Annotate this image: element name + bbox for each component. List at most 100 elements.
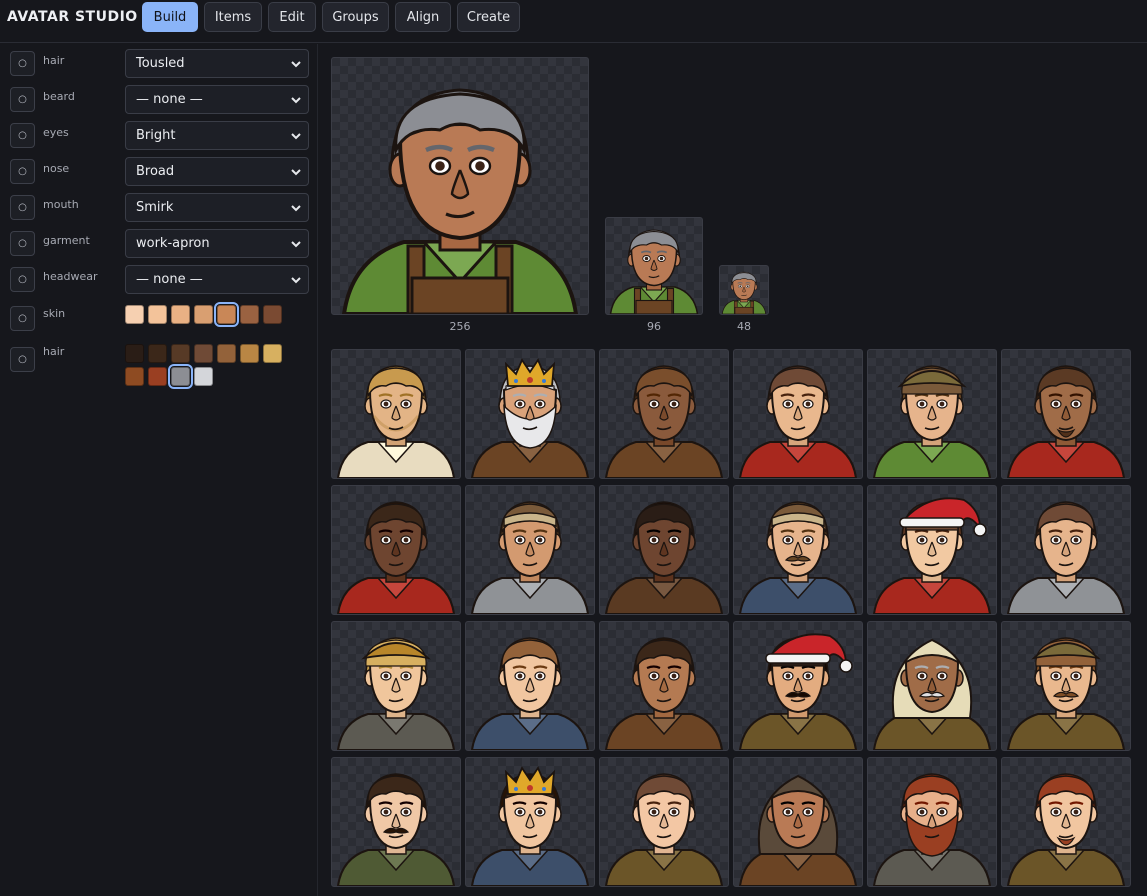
gallery-avatar-tile[interactable] bbox=[733, 349, 863, 479]
skin-swatch[interactable] bbox=[263, 305, 282, 324]
preview-48-label: 48 bbox=[737, 320, 751, 333]
avatar-thumbnail bbox=[872, 497, 992, 614]
hair-color-swatch[interactable] bbox=[148, 344, 167, 363]
hair-select[interactable]: Tousled bbox=[125, 49, 309, 78]
beard-toggle[interactable]: ○ bbox=[10, 87, 35, 112]
mouth-select[interactable]: Smirk bbox=[125, 193, 309, 222]
headwear-select[interactable]: — none — bbox=[125, 265, 309, 294]
headwear-value: — none — bbox=[136, 272, 203, 287]
nose-select[interactable]: Broad bbox=[125, 157, 309, 186]
gallery-avatar-tile[interactable] bbox=[867, 757, 997, 887]
eyes-row: ○ eyes Bright bbox=[0, 121, 318, 151]
top-bar: AVATAR STUDIO Build Items Edit Groups Al… bbox=[0, 0, 1147, 43]
gallery-avatar-tile[interactable] bbox=[867, 349, 997, 479]
avatar-preview-image bbox=[341, 88, 579, 314]
beard-select[interactable]: — none — bbox=[125, 85, 309, 114]
garment-select[interactable]: work-apron bbox=[125, 229, 309, 258]
hair-color-swatch[interactable] bbox=[125, 367, 144, 386]
preview-256 bbox=[331, 57, 589, 315]
hair-color-swatch[interactable] bbox=[263, 344, 282, 363]
tab-align[interactable]: Align bbox=[395, 2, 451, 32]
gallery-avatar-tile[interactable] bbox=[331, 485, 461, 615]
eyes-value: Bright bbox=[136, 128, 176, 143]
tab-edit[interactable]: Edit bbox=[268, 2, 316, 32]
garment-toggle[interactable]: ○ bbox=[10, 231, 35, 256]
skin-swatch[interactable] bbox=[194, 305, 213, 324]
skin-swatch[interactable] bbox=[240, 305, 259, 324]
tab-groups[interactable]: Groups bbox=[322, 2, 389, 32]
skin-swatch[interactable] bbox=[125, 305, 144, 324]
preview-96 bbox=[605, 217, 703, 315]
skin-swatch[interactable] bbox=[171, 305, 190, 324]
nose-row: ○ nose Broad bbox=[0, 157, 318, 187]
chevron-down-icon bbox=[291, 169, 301, 176]
tab-build[interactable]: Build bbox=[142, 2, 198, 32]
beard-row: ○ beard — none — bbox=[0, 85, 318, 115]
gallery-avatar-tile[interactable] bbox=[733, 485, 863, 615]
gallery-avatar-tile[interactable] bbox=[867, 621, 997, 751]
hair-color-swatch[interactable] bbox=[194, 344, 213, 363]
hair-toggle[interactable]: ○ bbox=[10, 51, 35, 76]
skin-swatch[interactable] bbox=[214, 302, 239, 327]
avatar-thumbnail bbox=[872, 365, 992, 478]
hair-color-swatch[interactable] bbox=[171, 344, 190, 363]
hair-color-toggle[interactable]: ○ bbox=[10, 347, 35, 372]
mouth-toggle[interactable]: ○ bbox=[10, 195, 35, 220]
chevron-down-icon bbox=[291, 277, 301, 284]
app-title: AVATAR STUDIO bbox=[7, 9, 138, 25]
hair-color-row: ○ hair bbox=[0, 340, 318, 392]
gallery-avatar-tile[interactable] bbox=[1001, 757, 1131, 887]
hair-color-swatch[interactable] bbox=[240, 344, 259, 363]
avatar-thumbnail bbox=[604, 501, 724, 614]
hair-color-swatch[interactable] bbox=[217, 344, 236, 363]
nose-toggle[interactable]: ○ bbox=[10, 159, 35, 184]
avatar-thumbnail bbox=[1006, 365, 1126, 478]
gallery-avatar-tile[interactable] bbox=[465, 349, 595, 479]
gallery-avatar-tile[interactable] bbox=[465, 485, 595, 615]
hair-row: ○ hair Tousled bbox=[0, 49, 318, 79]
gallery-avatar-tile[interactable] bbox=[1001, 349, 1131, 479]
gallery-avatar-tile[interactable] bbox=[599, 485, 729, 615]
headwear-toggle[interactable]: ○ bbox=[10, 267, 35, 292]
hair-color-swatch[interactable] bbox=[148, 367, 167, 386]
gallery-avatar-tile[interactable] bbox=[867, 485, 997, 615]
gallery-avatar-tile[interactable] bbox=[331, 621, 461, 751]
gallery-avatar-tile[interactable] bbox=[733, 621, 863, 751]
eyes-select[interactable]: Bright bbox=[125, 121, 309, 150]
preview-256-label: 256 bbox=[449, 320, 471, 333]
gallery-avatar-tile[interactable] bbox=[599, 349, 729, 479]
eyes-toggle[interactable]: ○ bbox=[10, 123, 35, 148]
gallery-avatar-tile[interactable] bbox=[331, 349, 461, 479]
gallery-avatar-tile[interactable] bbox=[599, 621, 729, 751]
gallery-avatar-tile[interactable] bbox=[599, 757, 729, 887]
eyes-label: eyes bbox=[43, 126, 69, 139]
avatar-thumbnail bbox=[1006, 501, 1126, 614]
preview-48 bbox=[719, 265, 769, 315]
avatar-thumbnail bbox=[604, 773, 724, 886]
hair-color-swatch[interactable] bbox=[168, 364, 193, 389]
skin-swatch[interactable] bbox=[148, 305, 167, 324]
gallery-avatar-tile[interactable] bbox=[465, 757, 595, 887]
preview-96-label: 96 bbox=[647, 320, 661, 333]
avatar-thumbnail bbox=[738, 774, 858, 886]
garment-value: work-apron bbox=[136, 236, 210, 251]
skin-toggle[interactable]: ○ bbox=[10, 306, 35, 331]
hair-label: hair bbox=[43, 54, 65, 67]
gallery-avatar-tile[interactable] bbox=[1001, 621, 1131, 751]
beard-label: beard bbox=[43, 90, 75, 103]
gallery-avatar-tile[interactable] bbox=[331, 757, 461, 887]
nose-label: nose bbox=[43, 162, 70, 175]
gallery-avatar-tile[interactable] bbox=[465, 621, 595, 751]
chevron-down-icon bbox=[291, 61, 301, 68]
mouth-value: Smirk bbox=[136, 200, 174, 215]
headwear-row: ○ headwear — none — bbox=[0, 265, 318, 295]
hair-color-swatch[interactable] bbox=[125, 344, 144, 363]
tab-create[interactable]: Create bbox=[457, 2, 520, 32]
avatar-thumbnail bbox=[738, 633, 858, 750]
hair-color-swatch[interactable] bbox=[194, 367, 213, 386]
gallery-avatar-tile[interactable] bbox=[1001, 485, 1131, 615]
avatar-thumbnail bbox=[738, 501, 858, 614]
gallery-avatar-tile[interactable] bbox=[733, 757, 863, 887]
tab-items[interactable]: Items bbox=[204, 2, 262, 32]
beard-value: — none — bbox=[136, 92, 203, 107]
